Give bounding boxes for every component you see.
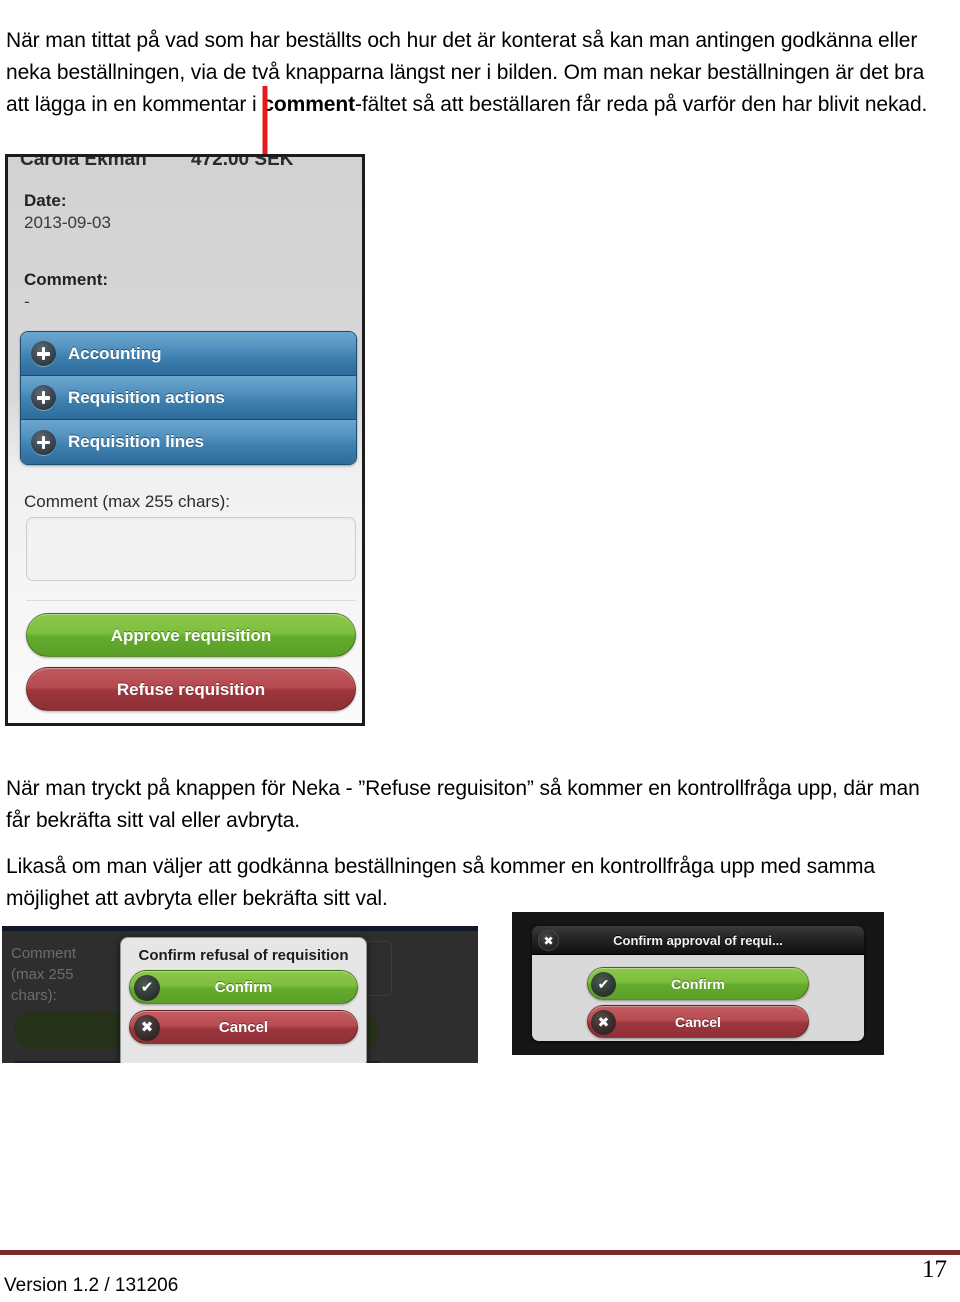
requisition-amount: 472.00 SEK — [191, 154, 294, 170]
approval-confirmation-screenshot: ✖ Confirm approval of requi... ✔ Confirm… — [512, 912, 884, 1055]
requisition-detail-panel: Carola Ekman 472.00 SEK Date: 2013-09-03… — [8, 157, 362, 723]
refusal-confirmation-screenshot: Comment (max 255 chars): Confirm refusal… — [2, 926, 478, 1063]
intro-paragraph-bold-term: comment — [262, 93, 355, 116]
intro-paragraph: När man tittat på vad som har beställts … — [6, 25, 950, 121]
plus-icon — [31, 341, 56, 366]
version-text: Version 1.2 / 131206 — [4, 1275, 179, 1296]
comment-label: Comment: — [24, 270, 109, 289]
refuse-requisition-button[interactable]: Refuse requisition — [26, 667, 356, 711]
cancel-button-label: Cancel — [675, 1014, 721, 1030]
plus-icon — [31, 429, 56, 455]
confirm-refusal-dialog: Confirm refusal of requisition ✔ Confirm… — [120, 937, 367, 1063]
accordion-item-accounting[interactable]: Accounting — [21, 332, 356, 376]
close-icon[interactable]: ✖ — [538, 930, 559, 951]
cross-icon: ✖ — [134, 1015, 160, 1041]
confirm-button[interactable]: ✔ Confirm — [129, 970, 358, 1004]
requisition-detail-screenshot: Carola Ekman 472.00 SEK Date: 2013-09-03… — [5, 154, 365, 726]
intro-paragraph-text-part2: -fältet så att beställaren får reda på v… — [355, 93, 928, 116]
approve-requisition-button[interactable]: Approve requisition — [26, 613, 356, 657]
accordion-item-label: Requisition lines — [68, 432, 205, 451]
page-number: 17 — [922, 1256, 947, 1283]
requester-name: Carola Ekman — [20, 154, 147, 170]
dialog-header: ✖ Confirm approval of requi... — [532, 926, 864, 955]
comment-field-label: Comment (max 255 chars): — [24, 492, 230, 511]
accordion-item-requisition-lines[interactable]: Requisition lines — [21, 420, 356, 464]
confirm-button-label: Confirm — [214, 979, 273, 996]
footer-rule — [0, 1250, 960, 1255]
refuse-explanation-paragraph: När man tryckt på knappen för Neka - ”Re… — [6, 777, 920, 832]
accordion-group: Accounting Requisition actions Requisiti… — [20, 331, 357, 465]
date-value: 2013-09-03 — [24, 213, 111, 232]
check-icon: ✔ — [134, 975, 160, 1001]
comment-value: - — [24, 292, 30, 311]
confirm-button[interactable]: ✔ Confirm — [587, 967, 809, 1000]
dialog-body: ✔ Confirm ✖ Cancel — [532, 955, 864, 1041]
accordion-item-label: Requisition actions — [68, 387, 225, 407]
date-label: Date: — [24, 191, 67, 210]
cross-icon: ✖ — [591, 1009, 616, 1035]
background-comment-label: Comment (max 255 chars): — [11, 945, 77, 1004]
cancel-button[interactable]: ✖ Cancel — [587, 1005, 809, 1038]
accordion-item-label: Accounting — [68, 343, 162, 363]
requisition-summary-row: Carola Ekman 472.00 SEK — [8, 154, 362, 175]
plus-icon — [31, 385, 56, 410]
cancel-button[interactable]: ✖ Cancel — [129, 1010, 358, 1044]
dialog-title: Confirm refusal of requisition — [138, 947, 349, 964]
approve-explanation-paragraph: Likaså om man väljer att godkänna bestäl… — [6, 855, 875, 910]
dialog-title: Confirm approval of requi... — [613, 933, 783, 948]
confirm-approval-dialog: ✖ Confirm approval of requi... ✔ Confirm… — [532, 926, 864, 1041]
cancel-button-label: Cancel — [218, 1019, 269, 1036]
accordion-item-requisition-actions[interactable]: Requisition actions — [21, 376, 356, 420]
divider — [26, 600, 356, 601]
confirm-button-label: Confirm — [671, 976, 725, 992]
comment-textarea[interactable] — [26, 517, 356, 581]
check-icon: ✔ — [591, 971, 616, 997]
